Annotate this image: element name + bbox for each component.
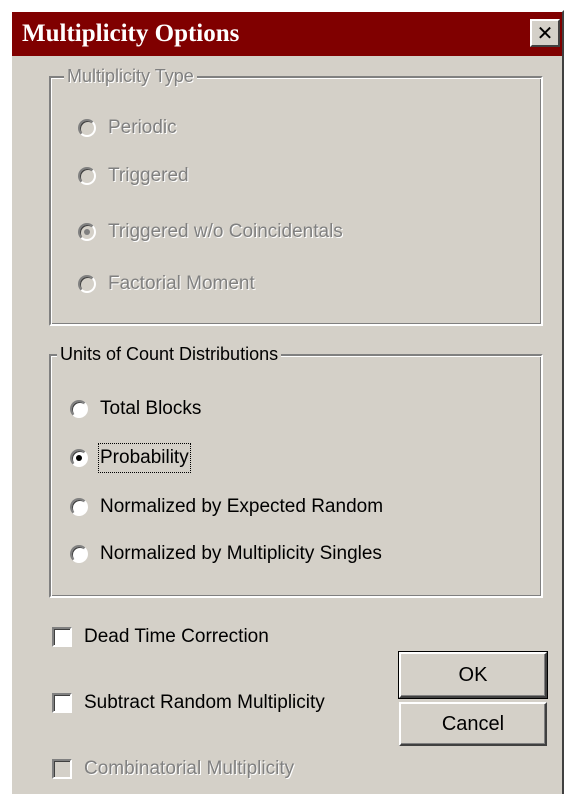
radio-triggered-wo-coincidentals: Triggered w/o Coincidentals [78, 219, 343, 245]
radio-button [78, 119, 96, 137]
checkbox[interactable] [52, 693, 72, 713]
radio-label: Triggered [108, 165, 189, 186]
ok-button-label: OK [458, 663, 488, 686]
radio-label: Triggered w/o Coincidentals [108, 221, 343, 242]
multiplicity-type-legend: Multiplicity Type [64, 65, 197, 87]
radio-button[interactable] [70, 449, 88, 467]
multiplicity-options-dialog: Multiplicity Options ✕ Multiplicity Type… [10, 10, 564, 794]
radio-label: Total Blocks [100, 398, 202, 419]
radio-normalized-multiplicity-singles[interactable]: Normalized by Multiplicity Singles [70, 541, 382, 567]
close-icon: ✕ [536, 21, 554, 45]
radio-button [78, 275, 96, 293]
radio-total-blocks[interactable]: Total Blocks [70, 396, 201, 422]
checkbox-label: Subtract Random Multiplicity [84, 692, 325, 713]
title-bar[interactable]: Multiplicity Options ✕ [12, 12, 562, 56]
radio-probability[interactable]: Probability [70, 443, 191, 473]
radio-button[interactable] [70, 498, 88, 516]
radio-label: Factorial Moment [108, 273, 255, 294]
radio-label: Normalized by Multiplicity Singles [100, 543, 382, 564]
radio-button[interactable] [70, 545, 88, 563]
dialog-title: Multiplicity Options [22, 20, 240, 47]
radio-label: Normalized by Expected Random [100, 496, 384, 517]
radio-normalized-expected-random[interactable]: Normalized by Expected Random [70, 494, 383, 520]
radio-triggered: Triggered [78, 163, 189, 189]
checkbox-subtract-random-multiplicity[interactable]: Subtract Random Multiplicity [52, 690, 325, 716]
radio-label: Periodic [108, 117, 177, 138]
checkbox[interactable] [52, 627, 72, 647]
radio-button[interactable] [70, 400, 88, 418]
radio-button [78, 223, 96, 241]
units-legend: Units of Count Distributions [57, 343, 282, 365]
checkbox-combinatorial-multiplicity: Combinatorial Multiplicity [52, 756, 294, 782]
checkbox-label: Dead Time Correction [84, 626, 269, 647]
radio-button [78, 167, 96, 185]
radio-label: Probability [98, 443, 191, 473]
close-button[interactable]: ✕ [530, 19, 560, 47]
ok-button[interactable]: OK [398, 651, 548, 699]
cancel-button-label: Cancel [441, 712, 505, 735]
checkbox-label: Combinatorial Multiplicity [84, 758, 295, 779]
cancel-button[interactable]: Cancel [399, 702, 547, 746]
radio-factorial-moment: Factorial Moment [78, 271, 255, 297]
radio-periodic: Periodic [78, 115, 177, 141]
checkbox [52, 759, 72, 779]
checkbox-dead-time-correction[interactable]: Dead Time Correction [52, 624, 269, 650]
